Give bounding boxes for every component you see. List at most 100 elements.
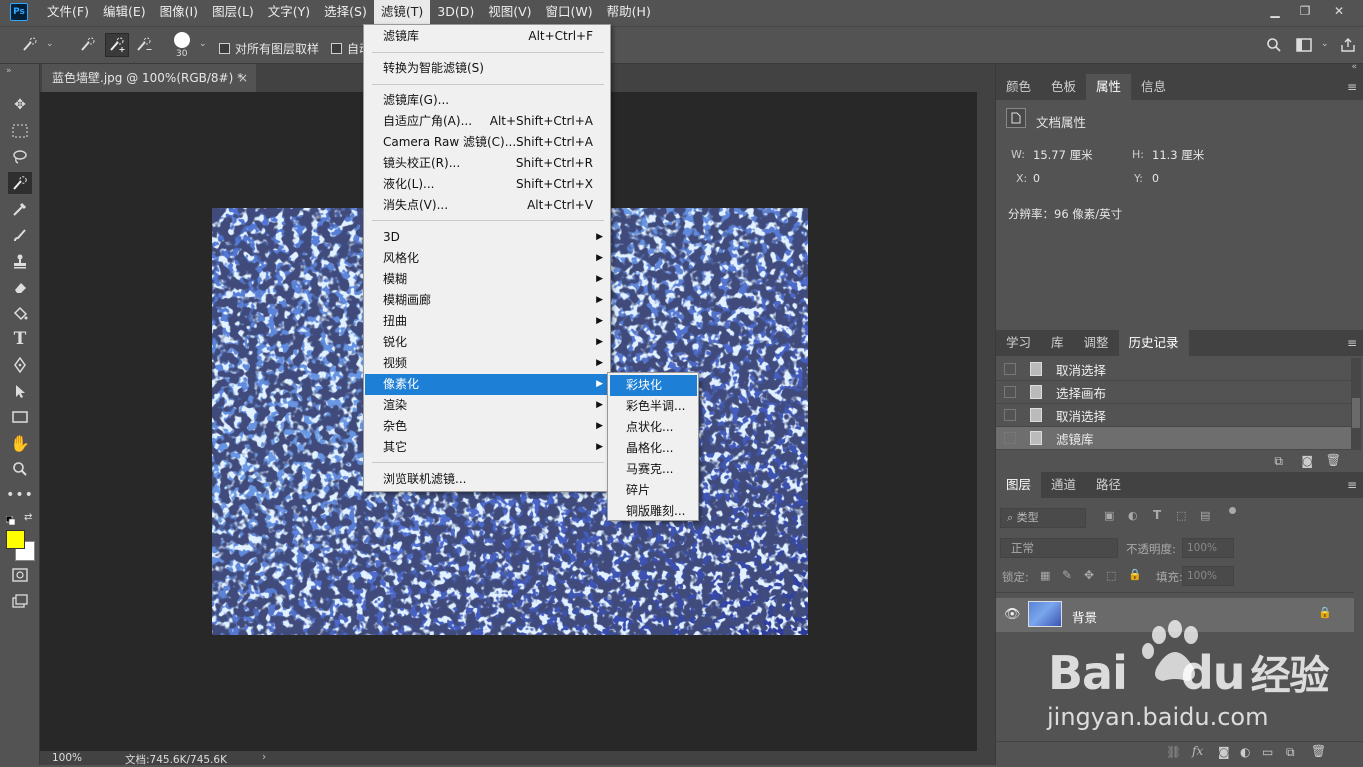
filter-menu-item[interactable]: 杂色 ▶: [365, 416, 609, 437]
filter-menu-item[interactable]: 滤镜库(G)...: [365, 90, 609, 111]
rectangle-tool-icon[interactable]: [8, 406, 32, 428]
type-tool-icon[interactable]: T: [8, 328, 32, 350]
history-scrollbar[interactable]: [1351, 358, 1361, 450]
link-layers-icon[interactable]: ⛓: [1166, 745, 1181, 759]
tab-info[interactable]: 信息: [1131, 74, 1176, 100]
close-tab-icon[interactable]: ×: [238, 64, 248, 92]
filter-menu-item[interactable]: Camera Raw 滤镜(C)... Shift+Ctrl+A: [365, 132, 609, 153]
tab-history[interactable]: 历史记录: [1118, 330, 1189, 356]
filter-menu-item[interactable]: 转换为智能滤镜(S): [365, 58, 609, 79]
new-layer-icon[interactable]: ⧉: [1286, 745, 1295, 760]
tab-color[interactable]: 颜色: [996, 74, 1041, 100]
filter-menu-item[interactable]: 滤镜库 Alt+Ctrl+F: [365, 26, 609, 47]
tab-channels[interactable]: 通道: [1041, 472, 1086, 498]
filter-menu-item[interactable]: 锐化 ▶: [365, 332, 609, 353]
add-to-selection-icon[interactable]: [105, 33, 129, 57]
lock-artboard-icon[interactable]: ⬚: [1106, 569, 1116, 582]
pixelate-submenu-item[interactable]: 碎片: [610, 480, 697, 501]
pixelate-submenu-item[interactable]: 彩色半调...: [610, 396, 697, 417]
adjustment-filter-icon[interactable]: ◐: [1128, 509, 1138, 522]
filter-menu-item[interactable]: 自适应广角(A)... Alt+Shift+Ctrl+A: [365, 111, 609, 132]
visibility-eye-icon[interactable]: 👁: [1004, 607, 1021, 622]
tab-learn[interactable]: 学习: [996, 330, 1041, 356]
history-snapshot-box[interactable]: [1004, 363, 1016, 375]
layer-name[interactable]: 背景: [1072, 607, 1097, 626]
trash-icon[interactable]: 🗑: [1326, 453, 1341, 467]
pen-tool-icon[interactable]: [8, 354, 32, 376]
document-tab[interactable]: 蓝色墙壁.jpg @ 100%(RGB/8#) * ×: [42, 64, 256, 92]
workspace-icon[interactable]: [1294, 35, 1314, 55]
pixelate-submenu-item[interactable]: 彩块化: [610, 375, 697, 396]
eyedropper-tool-icon[interactable]: [8, 198, 32, 220]
filter-menu-item[interactable]: 模糊 ▶: [365, 269, 609, 290]
zoom-tool-icon[interactable]: [8, 458, 32, 480]
marquee-tool-icon[interactable]: [8, 120, 32, 142]
menu-layer[interactable]: 图层(L): [205, 0, 261, 24]
menu-image[interactable]: 图像(I): [153, 0, 205, 24]
chevron-down-icon[interactable]: ⌄: [46, 39, 54, 49]
subtract-from-selection-icon[interactable]: [134, 35, 154, 55]
type-filter-icon[interactable]: T: [1153, 508, 1161, 522]
history-item-selected[interactable]: 滤镜库: [996, 427, 1351, 450]
lock-pixels-icon[interactable]: ✎: [1062, 568, 1072, 582]
brush-size-preview-icon[interactable]: [174, 32, 190, 48]
filter-toggle-icon[interactable]: [1229, 507, 1236, 514]
blend-mode-select[interactable]: 正常: [1000, 538, 1118, 558]
menu-3d[interactable]: 3D(D): [430, 0, 481, 24]
clone-stamp-tool-icon[interactable]: [8, 250, 32, 272]
default-colors-icon[interactable]: [5, 514, 16, 526]
filter-menu-item[interactable]: 风格化 ▶: [365, 248, 609, 269]
tab-paths[interactable]: 路径: [1086, 472, 1131, 498]
history-scroll-thumb[interactable]: [1352, 398, 1360, 428]
filter-menu-item[interactable]: 像素化 ▶: [365, 374, 609, 395]
quick-selection-tool-icon[interactable]: [8, 172, 32, 194]
history-snapshot-box[interactable]: [1004, 386, 1016, 398]
menu-select[interactable]: 选择(S): [317, 0, 374, 24]
lasso-tool-icon[interactable]: [8, 146, 32, 168]
search-icon[interactable]: [1264, 35, 1284, 55]
filter-menu-item[interactable]: 镜头校正(R)... Shift+Ctrl+R: [365, 153, 609, 174]
history-item[interactable]: 取消选择: [996, 404, 1351, 427]
fill-input[interactable]: 100%: [1182, 566, 1234, 586]
menu-view[interactable]: 视图(V): [481, 0, 538, 24]
new-group-icon[interactable]: ▭: [1262, 745, 1273, 759]
eraser-tool-icon[interactable]: [8, 276, 32, 298]
menu-filter[interactable]: 滤镜(T): [373, 0, 431, 24]
history-item[interactable]: 取消选择: [996, 358, 1351, 381]
new-document-from-state-icon[interactable]: ⧉: [1274, 454, 1283, 469]
history-snapshot-box[interactable]: [1004, 432, 1016, 444]
minimize-icon[interactable]: ▁: [1258, 0, 1292, 22]
share-icon[interactable]: [1338, 35, 1358, 55]
paint-bucket-tool-icon[interactable]: [8, 302, 32, 324]
tab-swatches[interactable]: 色板: [1041, 74, 1086, 100]
lock-transparent-icon[interactable]: ▦: [1040, 569, 1050, 582]
adjustment-layer-icon[interactable]: ◐: [1240, 745, 1250, 759]
shape-filter-icon[interactable]: ⬚: [1176, 509, 1186, 522]
hand-tool-icon[interactable]: ✋: [8, 432, 32, 454]
filter-menu-item[interactable]: 其它 ▶: [365, 437, 609, 458]
height-value[interactable]: 11.3 厘米: [1152, 147, 1204, 163]
move-tool-icon[interactable]: ✥: [8, 94, 32, 116]
zoom-level[interactable]: 100%: [52, 752, 82, 764]
pixelate-submenu-item[interactable]: 马赛克...: [610, 459, 697, 480]
history-item[interactable]: 选择画布: [996, 381, 1351, 404]
delete-layer-icon[interactable]: 🗑: [1311, 744, 1326, 758]
tab-libraries[interactable]: 库: [1041, 330, 1074, 356]
smart-object-filter-icon[interactable]: ▤: [1200, 509, 1210, 522]
filter-menu-item[interactable]: 扭曲 ▶: [365, 311, 609, 332]
menu-file[interactable]: 文件(F): [40, 0, 96, 24]
pixelate-submenu-item[interactable]: 铜版雕刻...: [610, 501, 697, 522]
menu-edit[interactable]: 编辑(E): [96, 0, 153, 24]
workspace-chevron-icon[interactable]: ⌄: [1321, 39, 1329, 49]
pixelate-submenu-item[interactable]: 晶格化...: [610, 438, 697, 459]
width-value[interactable]: 15.77 厘米: [1033, 147, 1093, 163]
filter-menu-item[interactable]: 3D ▶: [365, 227, 609, 248]
menu-window[interactable]: 窗口(W): [539, 0, 600, 24]
brush-chevron-icon[interactable]: ⌄: [199, 39, 207, 49]
history-snapshot-box[interactable]: [1004, 409, 1016, 421]
more-tools-icon[interactable]: •••: [6, 484, 33, 506]
x-value[interactable]: 0: [1033, 172, 1040, 185]
filter-menu-item[interactable]: 视频 ▶: [365, 353, 609, 374]
tab-properties[interactable]: 属性: [1086, 74, 1132, 100]
filter-menu-item[interactable]: 模糊画廊 ▶: [365, 290, 609, 311]
